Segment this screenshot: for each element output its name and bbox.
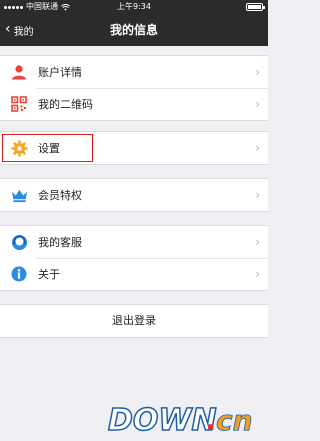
svg-text:DOWN: DOWN <box>108 403 217 435</box>
list-item-label: 我的二维码 <box>38 98 93 111</box>
chevron-right-icon: › <box>255 97 260 111</box>
svg-text:cn: cn <box>216 404 253 435</box>
chevron-right-icon: › <box>255 267 260 281</box>
logout-button[interactable]: 退出登录 <box>0 304 268 338</box>
nav-bar: ‹ 我的 我的信息 <box>0 14 268 46</box>
vip-group: 会员特权 › <box>0 178 268 212</box>
crown-icon <box>10 186 28 204</box>
highlight-box <box>2 134 93 162</box>
list-item-label: 关于 <box>38 268 60 281</box>
support-group: 我的客服 › 关于 › <box>0 225 268 291</box>
page-title: 我的信息 <box>109 23 158 37</box>
list-item-about[interactable]: 关于 › <box>0 258 268 290</box>
status-time: 上午9:34 <box>117 2 151 11</box>
list-item-label: 会员特权 <box>38 189 82 202</box>
watermark-logo: DOWN . cn <box>107 402 253 435</box>
chevron-right-icon: › <box>255 235 260 249</box>
qrcode-icon <box>10 95 28 113</box>
chevron-right-icon: › <box>255 188 260 202</box>
list-item-customer-service[interactable]: 我的客服 › <box>0 226 268 258</box>
settings-group: 设置 › <box>0 131 268 165</box>
customer-service-icon <box>10 233 28 251</box>
person-icon <box>10 63 28 81</box>
chevron-right-icon: › <box>255 65 260 79</box>
chevron-right-icon: › <box>255 141 260 155</box>
list-item-my-qrcode[interactable]: 我的二维码 › <box>0 88 268 120</box>
status-bar: 中国联通 上午9:34 <box>0 0 268 14</box>
list-item-label: 我的客服 <box>38 236 82 249</box>
account-group: 账户详情 › 我的二维码 › <box>0 55 268 121</box>
battery-icon <box>246 3 265 11</box>
list-item-label: 账户详情 <box>38 66 82 79</box>
svg-text:.: . <box>205 403 216 435</box>
list-item-account-details[interactable]: 账户详情 › <box>0 56 268 88</box>
info-icon <box>10 265 28 283</box>
list-item-member-privileges[interactable]: 会员特权 › <box>0 179 268 211</box>
list-item-settings[interactable]: 设置 › <box>0 132 268 164</box>
